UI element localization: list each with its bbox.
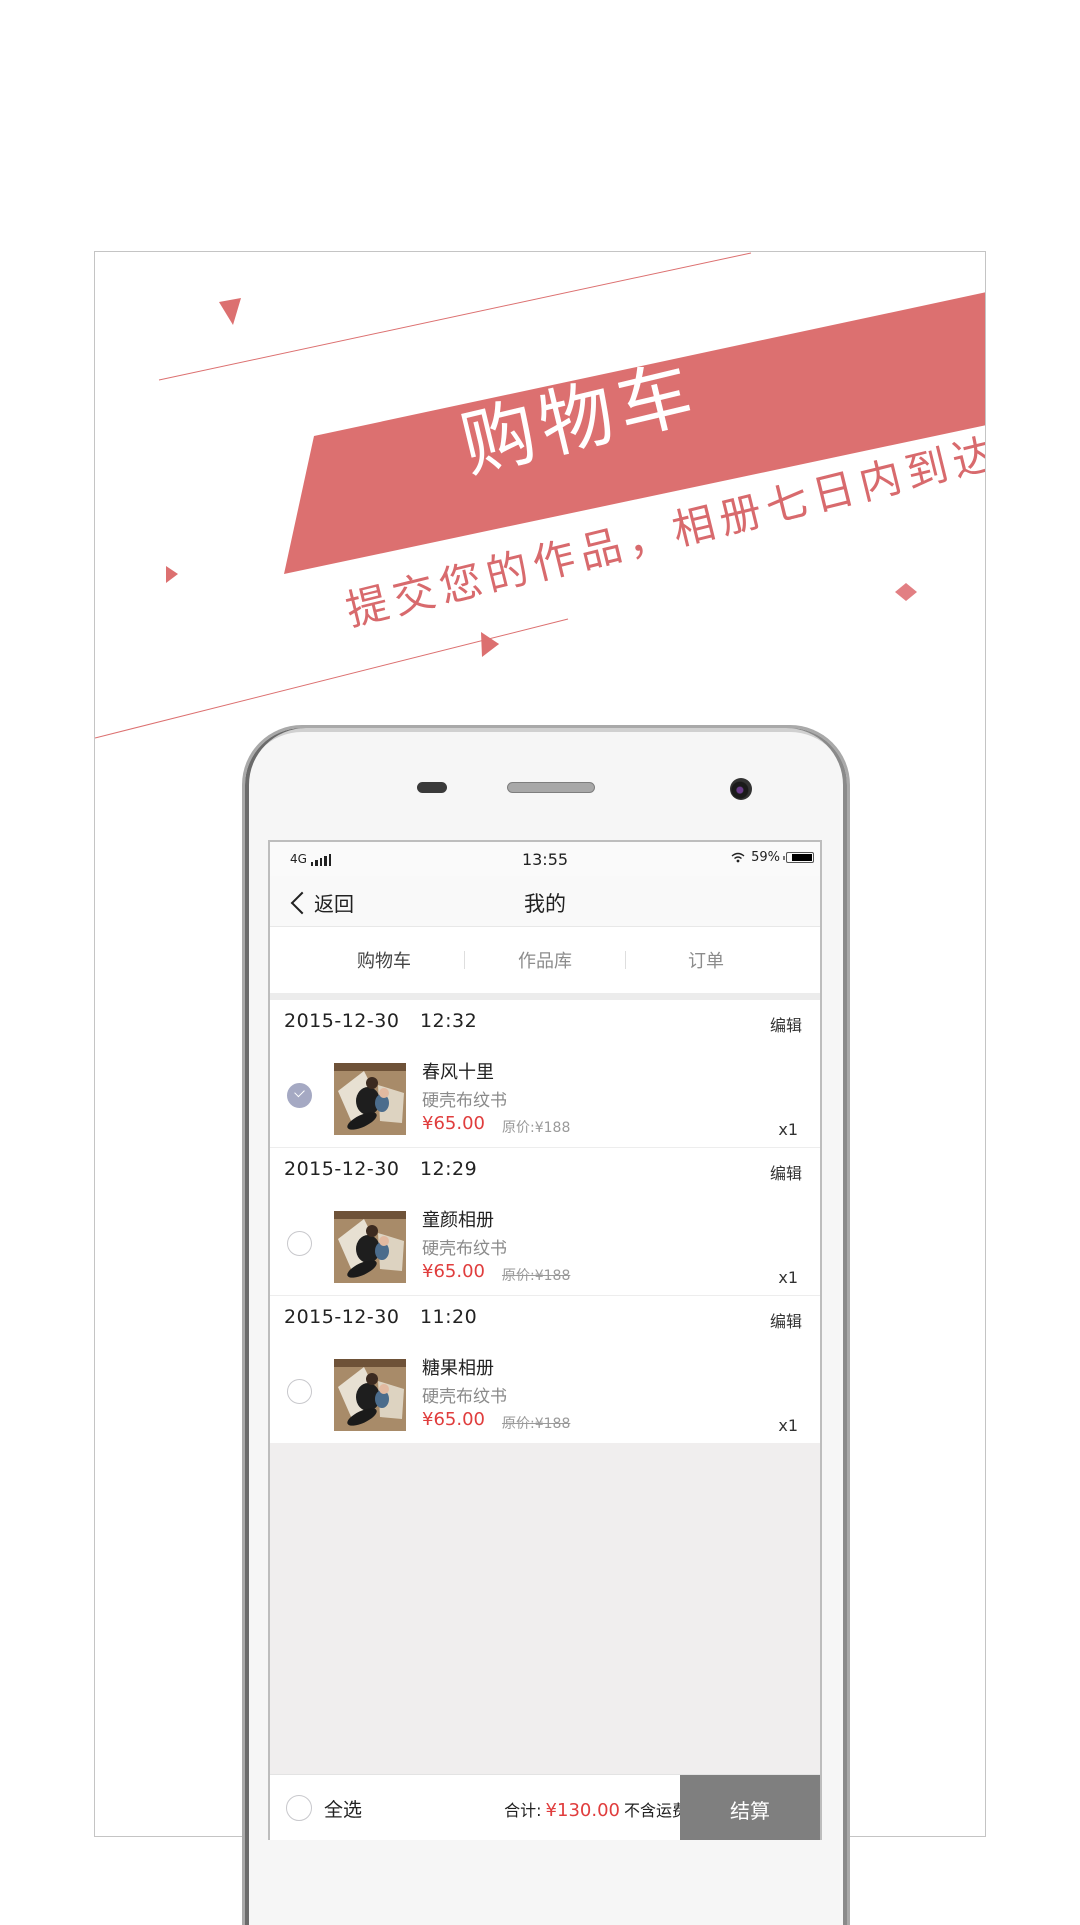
wifi-icon <box>731 852 745 863</box>
product-thumbnail[interactable] <box>334 1063 406 1135</box>
earpiece-speaker <box>507 782 595 793</box>
tab-bar: 购物车 作品库 订单 <box>270 927 820 993</box>
quantity: x1 <box>778 1416 798 1435</box>
tab-works[interactable]: 作品库 <box>465 947 625 973</box>
order-datetime: 2015-12-30 12:29 <box>284 1158 478 1180</box>
photo-image <box>334 1211 406 1283</box>
battery-percent: 59% <box>751 850 780 865</box>
tab-orders[interactable]: 订单 <box>626 947 786 973</box>
battery-icon <box>783 852 814 863</box>
total-summary: 合计: ¥130.00 不含运费 <box>504 1797 688 1821</box>
photo-image <box>334 1063 406 1135</box>
status-right: 59% <box>731 850 814 865</box>
quantity: x1 <box>778 1120 798 1139</box>
page-title: 我的 <box>524 892 566 916</box>
deco-triangle-mid-2 <box>481 632 499 657</box>
product-name: 春风十里 <box>422 1062 494 1083</box>
item-checkbox[interactable] <box>287 1231 312 1256</box>
item-checkbox[interactable] <box>287 1379 312 1404</box>
quantity: x1 <box>778 1268 798 1287</box>
cart-item: 2015-12-30 12:32 编辑 春风十里 硬壳布纹书 ¥65.00 原价… <box>270 1000 820 1148</box>
deco-line-bottom <box>95 618 569 739</box>
edit-button[interactable]: 编辑 <box>770 1160 802 1184</box>
front-camera <box>730 778 752 800</box>
original-price: 原价:¥188 <box>502 1268 571 1284</box>
edit-button[interactable]: 编辑 <box>770 1308 802 1332</box>
product-type: 硬壳布纹书 <box>422 1239 507 1259</box>
checkout-bar: 全选 合计: ¥130.00 不含运费 结算 <box>270 1774 820 1840</box>
select-all-checkbox[interactable] <box>286 1795 312 1821</box>
checkout-button[interactable]: 结算 <box>680 1775 820 1840</box>
original-price: 原价:¥188 <box>502 1120 571 1136</box>
cart-list: 2015-12-30 12:32 编辑 春风十里 硬壳布纹书 ¥65.00 原价… <box>270 1000 820 1443</box>
order-datetime: 2015-12-30 12:32 <box>284 1010 478 1032</box>
edit-button[interactable]: 编辑 <box>770 1012 802 1036</box>
cart-item: 2015-12-30 11:20 编辑 糖果相册 硬壳布纹书 ¥65.00 原价… <box>270 1296 820 1443</box>
tab-cart[interactable]: 购物车 <box>304 947 464 973</box>
section-divider <box>270 993 820 1000</box>
total-amount: ¥130.00 <box>545 1800 620 1821</box>
total-label: 合计: <box>504 1801 542 1820</box>
nav-bar: 返回 我的 <box>270 876 820 927</box>
product-price: ¥65.00 <box>422 1113 485 1134</box>
order-datetime: 2015-12-30 11:20 <box>284 1306 478 1328</box>
product-name: 童颜相册 <box>422 1210 494 1231</box>
item-checkbox[interactable] <box>287 1083 312 1108</box>
product-name: 糖果相册 <box>422 1358 494 1379</box>
select-all-label[interactable]: 全选 <box>324 1795 362 1822</box>
cart-item: 2015-12-30 12:29 编辑 童颜相册 硬壳布纹书 ¥65.00 原价… <box>270 1148 820 1296</box>
product-type: 硬壳布纹书 <box>422 1091 507 1111</box>
original-price: 原价:¥188 <box>502 1416 571 1432</box>
status-bar: 4G 13:55 59% <box>270 842 820 876</box>
product-thumbnail[interactable] <box>334 1359 406 1431</box>
deco-triangle-left <box>166 566 178 583</box>
product-thumbnail[interactable] <box>334 1211 406 1283</box>
product-type: 硬壳布纹书 <box>422 1387 507 1407</box>
deco-triangle-top <box>219 298 241 325</box>
proximity-sensor <box>417 782 447 793</box>
photo-image <box>334 1359 406 1431</box>
app-screen: 4G 13:55 59% 返回 我的 购物车 作品库 订单 2015-12-30… <box>268 840 822 1840</box>
shipping-note: 不含运费 <box>623 1801 688 1820</box>
product-price: ¥65.00 <box>422 1409 485 1430</box>
deco-diamond <box>895 583 917 601</box>
product-price: ¥65.00 <box>422 1261 485 1282</box>
